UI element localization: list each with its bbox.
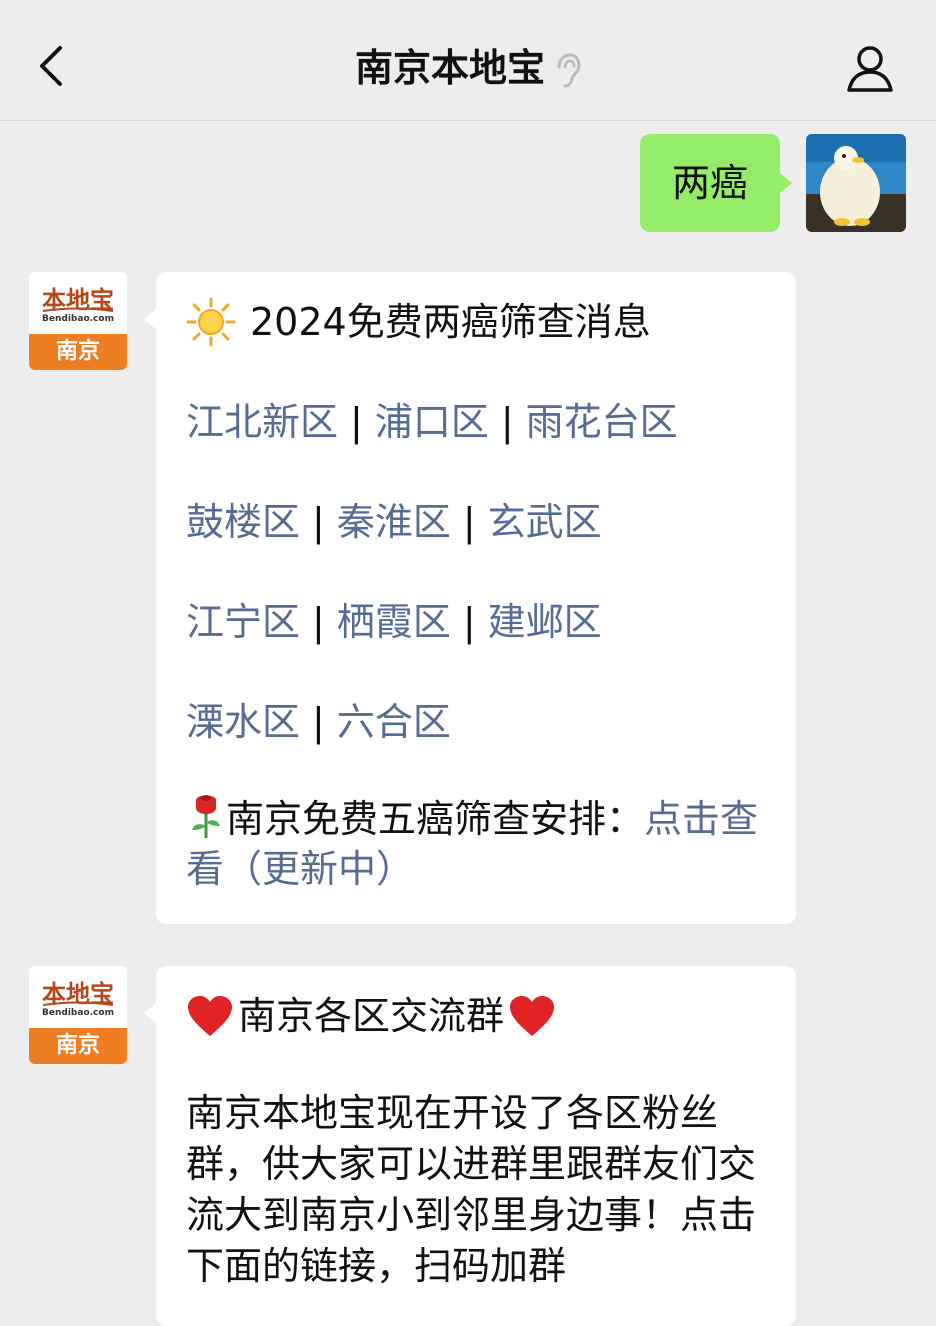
- district-row: 江宁区 | 栖霞区 | 建邺区: [186, 594, 766, 650]
- message-bubble-groups: 南京各区交流群 南京本地宝现在开设了各区粉丝群，供大家可以进群里跟群友们交流大到…: [144, 966, 796, 1326]
- avatar-city: 南京: [29, 334, 127, 370]
- district-link[interactable]: 玄武区: [488, 500, 602, 544]
- district-link[interactable]: 六合区: [337, 700, 451, 744]
- separator: |: [462, 600, 476, 644]
- bot-avatar[interactable]: 本地宝 Bendibao.com 南京: [29, 966, 127, 1064]
- sun-icon: [186, 297, 236, 347]
- district-link[interactable]: 雨花台区: [526, 400, 678, 444]
- district-row: 鼓楼区 | 秦淮区 | 玄武区: [186, 494, 766, 550]
- screening-notice: 南京免费五癌筛查安排：点击查看（更新中）: [186, 792, 766, 894]
- swoosh-icon: [42, 307, 114, 312]
- chat-header: 南京本地宝: [0, 0, 936, 121]
- chat-title-wrap: 南京本地宝: [0, 38, 936, 98]
- separator: |: [312, 500, 325, 544]
- district-link[interactable]: 溧水区: [186, 700, 300, 744]
- message-title-row: 2024免费两癌筛查消息: [186, 294, 766, 350]
- ear-icon: [557, 52, 581, 87]
- swoosh-icon: [42, 1001, 114, 1006]
- separator: |: [312, 700, 325, 744]
- outgoing-message-bubble[interactable]: 两癌: [640, 134, 792, 232]
- heart-icon: [188, 996, 232, 1036]
- district-link[interactable]: 浦口区: [375, 400, 489, 444]
- avatar-city: 南京: [29, 1028, 127, 1064]
- profile-icon[interactable]: [844, 42, 896, 94]
- outgoing-message-text: 两癌: [671, 161, 748, 205]
- separator: |: [500, 400, 514, 444]
- district-link[interactable]: 江北新区: [186, 400, 338, 444]
- district-link[interactable]: 江宁区: [186, 600, 300, 644]
- bot-avatar[interactable]: 本地宝 Bendibao.com 南京: [29, 272, 127, 370]
- notice-text: 南京免费五癌筛查安排：: [226, 797, 645, 841]
- group-title: 南京各区交流群: [238, 994, 505, 1038]
- message-bubble-screening: 2024免费两癌筛查消息 江北新区 | 浦口区 | 雨花台区 鼓楼区 | 秦淮区 | 玄武区 江…: [144, 272, 796, 924]
- district-link[interactable]: 秦淮区: [337, 500, 451, 544]
- group-title-row: 南京各区交流群: [186, 988, 766, 1044]
- district-row: 溧水区 | 六合区: [186, 694, 766, 750]
- chat-title: 南京本地宝: [354, 46, 545, 90]
- avatar-url: Bendibao.com: [42, 314, 114, 324]
- group-description: 南京本地宝现在开设了各区粉丝群，供大家可以进群里跟群友们交流大到南京小到邻里身边…: [186, 1091, 757, 1288]
- district-link[interactable]: 鼓楼区: [186, 500, 300, 544]
- district-link[interactable]: 建邺区: [488, 600, 602, 644]
- district-row: 江北新区 | 浦口区 | 雨花台区: [186, 394, 766, 450]
- message-title: 2024免费两癌筛查消息: [250, 300, 651, 344]
- heart-icon: [510, 996, 555, 1036]
- rose-icon: [192, 795, 220, 838]
- separator: |: [312, 600, 325, 644]
- district-link[interactable]: 栖霞区: [337, 600, 451, 644]
- separator: |: [350, 400, 363, 444]
- separator: |: [462, 500, 476, 544]
- avatar-url: Bendibao.com: [42, 1008, 114, 1018]
- user-avatar[interactable]: [806, 134, 906, 232]
